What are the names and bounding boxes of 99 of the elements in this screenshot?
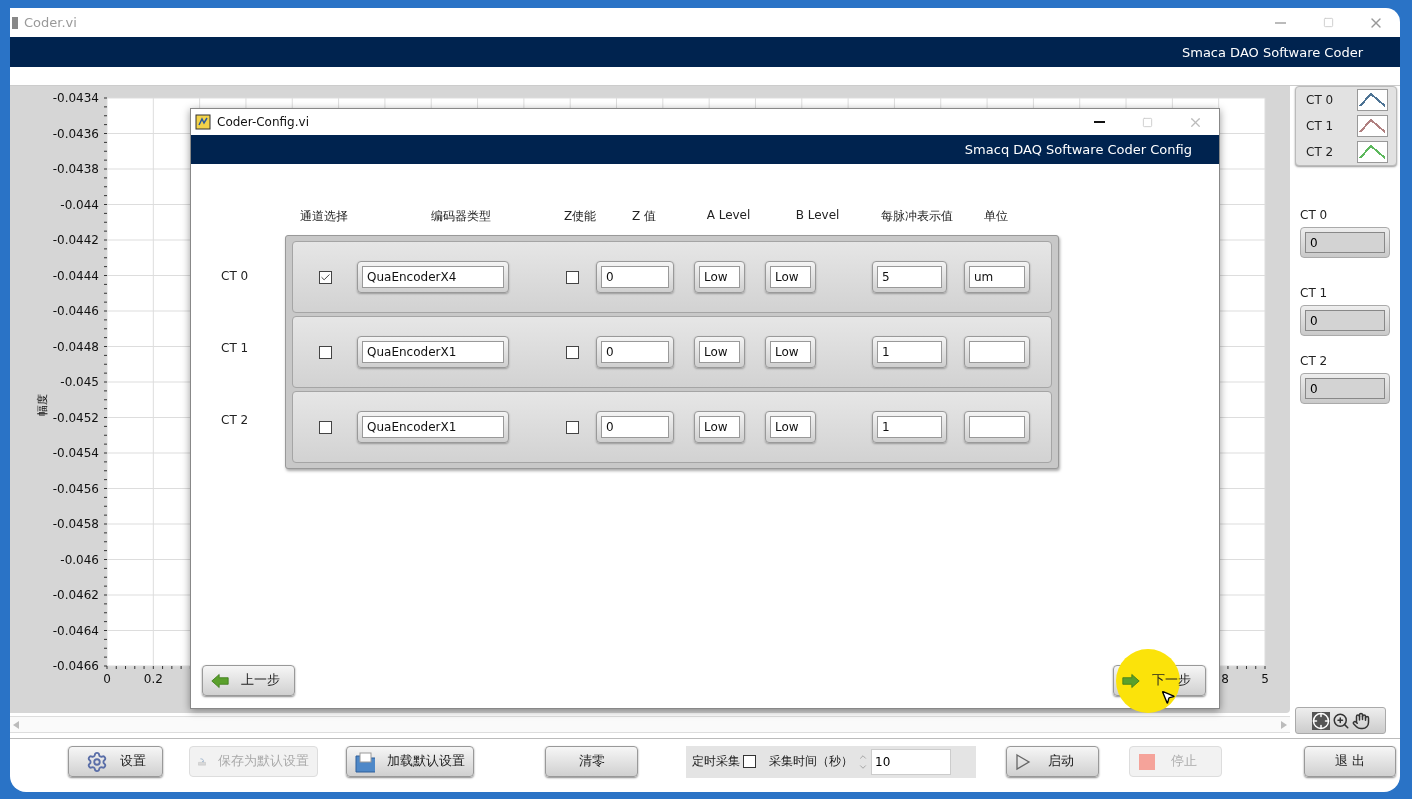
folder-icon <box>355 750 375 773</box>
x-tick-label: 0 <box>103 672 111 686</box>
column-header: Z使能 <box>563 208 597 225</box>
minimize-icon <box>1093 121 1105 123</box>
checkbox[interactable] <box>318 270 332 284</box>
gear-icon <box>85 750 108 773</box>
y-tick-label: -0.044 <box>60 197 99 212</box>
unit-field[interactable] <box>964 336 1030 368</box>
duration-label: 采集时间（秒） <box>769 753 853 770</box>
y-tick-label: -0.0442 <box>52 233 99 247</box>
y-tick-label: -0.045 <box>60 375 99 389</box>
mouse-cursor-icon <box>1160 689 1176 705</box>
zoom-icon[interactable] <box>1331 711 1350 730</box>
back-button[interactable]: 上一步 <box>202 665 295 696</box>
y-tick-label: -0.0438 <box>52 162 99 176</box>
maximize-icon <box>1141 116 1153 128</box>
column-header: 每脉冲表示值 <box>881 208 953 225</box>
window-title: Coder.vi <box>24 15 77 30</box>
column-header: A Level <box>706 208 751 224</box>
y-tick-label: -0.0466 <box>52 659 99 673</box>
row-label: CT 2 <box>221 413 249 427</box>
unit-field[interactable]: um <box>964 261 1030 293</box>
pulse-value-field[interactable]: 1 <box>872 411 947 443</box>
indicator-label: CT 1 <box>1300 286 1329 300</box>
x-tick-label: 0.2 <box>143 672 163 686</box>
encoder-field[interactable]: QuaEncoderX1 <box>357 336 509 368</box>
column-header: Z 值 <box>631 208 656 225</box>
checkbox[interactable] <box>743 755 756 768</box>
column-header: 单位 <box>984 208 1008 225</box>
toolbar-button[interactable]: 启动 <box>1006 746 1099 777</box>
scroll-right-icon[interactable] <box>1280 719 1288 730</box>
row-label: CT 0 <box>221 269 249 283</box>
z-value-field[interactable]: 0 <box>596 261 674 293</box>
arrow-icon <box>211 671 229 690</box>
banner-title: Smacq DAQ Software Coder Config <box>964 142 1192 157</box>
unit-field[interactable] <box>964 411 1030 443</box>
y-tick-label: -0.0452 <box>52 410 99 425</box>
z-value-field[interactable]: 0 <box>596 336 674 368</box>
checkbox[interactable] <box>566 420 579 434</box>
z-value-field[interactable]: 0 <box>596 411 674 443</box>
y-tick-label: -0.0458 <box>52 517 99 531</box>
duration-field[interactable]: 10 <box>871 748 951 775</box>
y-tick-label: -0.0446 <box>52 304 99 318</box>
pulse-value-field[interactable]: 1 <box>872 336 947 368</box>
scroll-left-icon[interactable] <box>12 719 20 730</box>
column-header: B Level <box>795 208 840 224</box>
indicator-field: 0 <box>1300 227 1390 258</box>
a-level-field[interactable]: Low <box>694 261 745 293</box>
maximize-icon <box>1322 17 1334 28</box>
column-header: 通道选择 <box>300 208 348 225</box>
encoder-field[interactable]: QuaEncoderX1 <box>357 411 509 443</box>
x-tick-label: 8 <box>1221 672 1229 686</box>
y-tick-label: -0.0462 <box>52 588 99 602</box>
b-level-field[interactable]: Low <box>765 336 816 368</box>
legend-label: CT 2 <box>1306 145 1334 159</box>
y-tick-label: -0.0434 <box>52 91 99 105</box>
row-label: CT 1 <box>221 341 249 355</box>
toolbar-button[interactable]: 加载默认设置 <box>346 746 474 777</box>
y-tick-label: -0.0444 <box>52 268 99 283</box>
column-header: 编码器类型 <box>430 208 491 225</box>
y-axis-label: 幅度 <box>36 393 49 416</box>
dialog-title: Coder-Config.vi <box>217 115 309 129</box>
stop-icon <box>1138 752 1156 771</box>
y-tick-label: -0.046 <box>60 552 99 567</box>
indicator-label: CT 2 <box>1300 354 1329 368</box>
checkbox[interactable] <box>566 345 579 359</box>
pulse-value-field[interactable]: 5 <box>872 261 947 293</box>
hand-icon[interactable] <box>1351 711 1370 730</box>
indicator-field: 0 <box>1300 305 1390 336</box>
indicator-label: CT 0 <box>1300 208 1329 222</box>
toolbar-button[interactable]: 清零 <box>545 746 638 777</box>
legend-label: CT 1 <box>1306 119 1334 133</box>
b-level-field[interactable]: Low <box>765 411 816 443</box>
app-icon <box>12 15 18 30</box>
legend-label: CT 0 <box>1306 93 1334 107</box>
checkbox[interactable] <box>566 270 579 284</box>
a-level-field[interactable]: Low <box>694 411 745 443</box>
y-tick-label: -0.0454 <box>52 446 99 460</box>
play-icon <box>1015 752 1031 771</box>
encoder-field[interactable]: QuaEncoderX4 <box>357 261 509 293</box>
checkbox[interactable] <box>318 345 332 359</box>
timer-label: 定时采集 <box>692 753 740 770</box>
app-icon <box>195 114 211 130</box>
toolbar-button[interactable]: 退 出 <box>1304 746 1396 777</box>
arrow-icon <box>1122 671 1140 690</box>
horizontal-scrollbar[interactable] <box>10 716 1290 733</box>
toolbar-button[interactable]: 设置 <box>68 746 163 777</box>
y-tick-label: -0.0456 <box>52 481 99 496</box>
y-tick-label: -0.0464 <box>52 623 99 638</box>
x-tick-label: 5 <box>1261 672 1269 686</box>
indicator-field: 0 <box>1300 373 1390 404</box>
y-tick-label: -0.0436 <box>52 126 99 141</box>
checkbox[interactable] <box>318 420 332 434</box>
b-level-field[interactable]: Low <box>765 261 816 293</box>
y-tick-label: -0.0448 <box>52 339 99 354</box>
minimize-icon <box>1274 21 1286 24</box>
a-level-field[interactable]: Low <box>694 336 745 368</box>
crosshair-icon[interactable] <box>1311 711 1330 730</box>
banner-title: Smaca DAO Software Coder <box>1182 44 1363 60</box>
